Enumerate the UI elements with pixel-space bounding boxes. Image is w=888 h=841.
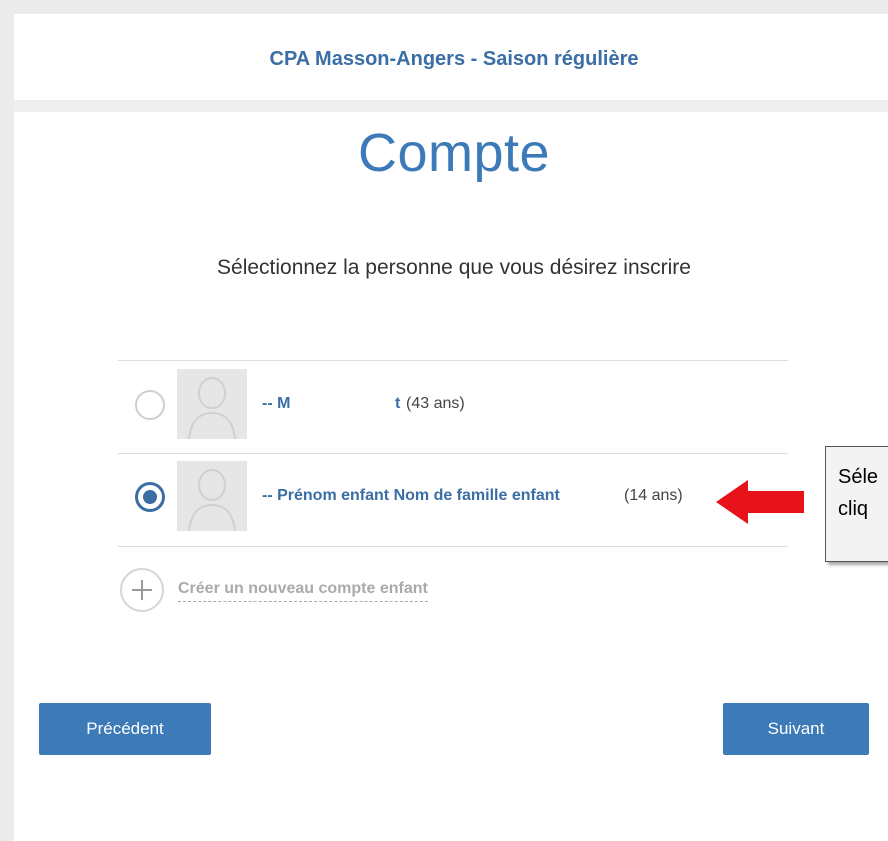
callout-text: Séle cliq — [838, 461, 878, 525]
person-name: -- Prénom enfant Nom de famille enfant — [262, 487, 560, 504]
person-name: -- M — [262, 395, 291, 412]
previous-button[interactable]: Précédent — [39, 703, 211, 755]
create-child-account-link[interactable]: Créer un nouveau compte enfant — [178, 580, 428, 602]
next-button[interactable]: Suivant — [723, 703, 869, 755]
callout-line: cliq — [838, 498, 869, 520]
user-avatar-icon — [177, 369, 247, 439]
person-age: (14 ans) — [624, 487, 683, 504]
person-age: (43 ans) — [406, 395, 465, 412]
page-frame-top — [0, 0, 888, 14]
arrow-left-icon — [716, 480, 748, 524]
person-radio-selected[interactable] — [135, 482, 165, 512]
person-radio[interactable] — [135, 390, 165, 420]
radio-dot — [143, 490, 157, 504]
org-title: CPA Masson-Angers - Saison régulière — [269, 48, 639, 70]
arrow-shaft — [746, 491, 804, 513]
user-avatar-icon — [177, 461, 247, 531]
person-name-end: t — [395, 395, 401, 412]
list-divider — [118, 360, 788, 361]
page-title: Compte — [357, 123, 551, 183]
callout-line: Séle — [838, 466, 879, 488]
list-divider — [118, 546, 788, 547]
callout-box: Séle cliq — [825, 446, 888, 562]
list-divider — [118, 453, 788, 454]
plus-circle-icon[interactable] — [120, 568, 164, 612]
section-divider — [14, 100, 888, 112]
instruction-text: Sélectionnez la personne que vous désire… — [217, 256, 691, 279]
